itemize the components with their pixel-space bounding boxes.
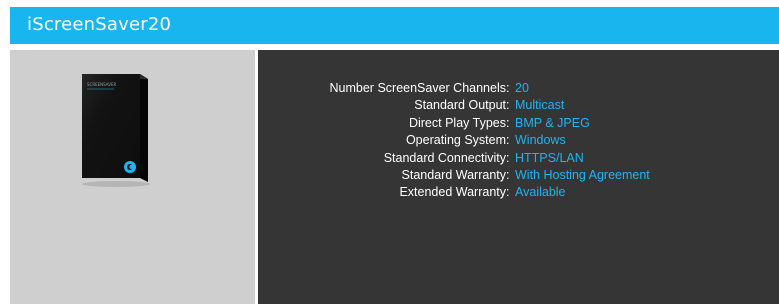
spec-label: Standard Output — [414, 98, 506, 113]
box-brand-text: SCREENSAVER — [87, 82, 117, 87]
spec-value: With Hosting Agreement — [515, 167, 650, 182]
spec-colon: : — [506, 81, 510, 95]
spec-value: Windows — [515, 133, 566, 148]
product-card: iScreenSaver20 SCREENSAVER Number Screen… — [10, 7, 779, 304]
product-header: iScreenSaver20 — [10, 7, 779, 44]
spec-colon: : — [506, 98, 510, 113]
spec-value: Multicast — [515, 98, 565, 113]
spec-row-play-types: Direct Play Types : BMP & JPEG — [258, 115, 779, 132]
spec-value: BMP & JPEG — [515, 115, 590, 130]
spec-row-warranty: Standard Warranty : With Hosting Agreeme… — [258, 167, 779, 184]
spec-row-channels: Number ScreenSaver Channels : 20 — [258, 80, 779, 97]
spec-colon: : — [506, 167, 510, 182]
spec-row-output: Standard Output : Multicast — [258, 97, 779, 114]
spec-value: 20 — [515, 81, 529, 95]
product-image-panel: SCREENSAVER — [10, 50, 255, 304]
spec-colon: : — [506, 115, 510, 130]
spec-label: Standard Connectivity — [383, 150, 506, 165]
spec-value: HTTPS/LAN — [515, 150, 584, 165]
spec-label: Direct Play Types — [408, 115, 506, 130]
spec-label: Operating System — [405, 133, 506, 148]
spec-colon: : — [506, 150, 510, 165]
spec-value: Available — [515, 185, 566, 200]
spec-row-extended-warranty: Extended Warranty : Available — [258, 184, 779, 201]
spec-label: Extended Warranty — [399, 185, 506, 200]
spec-colon: : — [506, 133, 510, 148]
specs-list: Number ScreenSaver Channels : 20 Standar… — [258, 80, 779, 202]
spec-row-connectivity: Standard Connectivity : HTTPS/LAN — [258, 150, 779, 167]
specs-panel: Number ScreenSaver Channels : 20 Standar… — [258, 50, 779, 304]
spec-label: Number ScreenSaver Channels — [329, 81, 506, 95]
spec-row-os: Operating System : Windows — [258, 132, 779, 149]
spec-colon: : — [506, 185, 510, 200]
spec-label: Standard Warranty — [401, 167, 506, 182]
product-box-icon: SCREENSAVER — [82, 74, 150, 187]
product-title: iScreenSaver20 — [27, 14, 172, 35]
